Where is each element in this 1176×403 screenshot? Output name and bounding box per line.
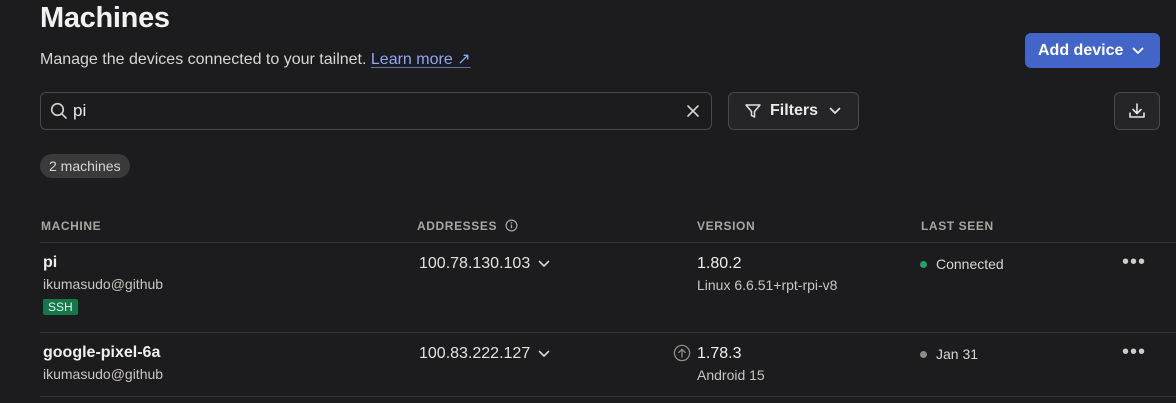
machine-name[interactable]: google-pixel-6a [43, 344, 163, 362]
machine-version: 1.78.3 [697, 345, 742, 362]
status-dot [920, 260, 927, 268]
address-dropdown[interactable]: 100.83.222.127 [419, 345, 550, 363]
machine-os: Linux 6.6.51+rpt-rpi-v8 [697, 277, 838, 293]
machine-version: 1.80.2 [697, 255, 742, 272]
machine-owner: ikumasudo@github [43, 366, 164, 382]
learn-more-link[interactable]: Learn more ↗ [371, 51, 471, 68]
close-icon[interactable] [685, 103, 701, 119]
subtitle-text: Manage the devices connected to your tai… [40, 51, 367, 68]
chevron-down-icon [829, 107, 841, 114]
table-divider [40, 242, 1176, 243]
last-seen-cell: Jan 31 [920, 346, 978, 362]
add-device-label: Add device [1038, 41, 1124, 59]
machine-os: Android 15 [697, 367, 765, 383]
search-value: pi [73, 101, 87, 120]
chevron-down-icon [1132, 47, 1144, 54]
last-seen-text: Jan 31 [936, 346, 979, 362]
add-device-button[interactable]: Add device [1025, 33, 1160, 68]
export-button[interactable] [1114, 92, 1160, 130]
machine-cell: pi ikumasudo@github SSH [43, 254, 163, 316]
machine-address: 100.78.130.103 [419, 255, 531, 272]
arrow-up-circle-icon[interactable] [673, 344, 691, 362]
filter-icon [745, 104, 761, 118]
last-seen-cell: Connected [920, 256, 1004, 272]
machine-address: 100.83.222.127 [419, 345, 531, 362]
machine-name[interactable]: pi [43, 254, 163, 272]
machine-owner: ikumasudo@github [43, 276, 164, 292]
chevron-down-icon [538, 260, 550, 267]
machine-count-badge: 2 machines [40, 154, 130, 178]
column-header-machine: MACHINE [41, 219, 102, 233]
page-title: Machines [40, 2, 170, 34]
column-header-addresses: ADDRESSES [417, 219, 518, 233]
search-icon [50, 102, 67, 119]
version-cell: 1.80.2 Linux 6.6.51+rpt-rpi-v8 [697, 255, 837, 293]
more-horizontal-icon[interactable]: ••• [1122, 251, 1146, 274]
column-header-last-seen: LAST SEEN [921, 219, 994, 233]
page-subtitle: Manage the devices connected to your tai… [40, 49, 471, 69]
more-horizontal-icon[interactable]: ••• [1122, 341, 1146, 364]
column-header-version: VERSION [697, 219, 756, 233]
ssh-tag: SSH [43, 299, 78, 315]
table-divider [40, 332, 1176, 333]
external-link-icon: ↗ [457, 51, 471, 68]
download-icon [1129, 103, 1145, 118]
search-input[interactable]: pi [40, 92, 712, 130]
chevron-down-icon [538, 350, 550, 357]
table-divider [40, 396, 1176, 397]
address-dropdown[interactable]: 100.78.130.103 [419, 255, 550, 273]
status-dot [920, 350, 927, 358]
version-cell: 1.78.3 Android 15 [697, 345, 765, 383]
last-seen-text: Connected [936, 256, 1004, 272]
info-icon[interactable] [505, 219, 518, 232]
machine-cell: google-pixel-6a ikumasudo@github [43, 344, 163, 382]
filters-label: Filters [770, 102, 819, 119]
filters-button[interactable]: Filters [728, 92, 859, 130]
